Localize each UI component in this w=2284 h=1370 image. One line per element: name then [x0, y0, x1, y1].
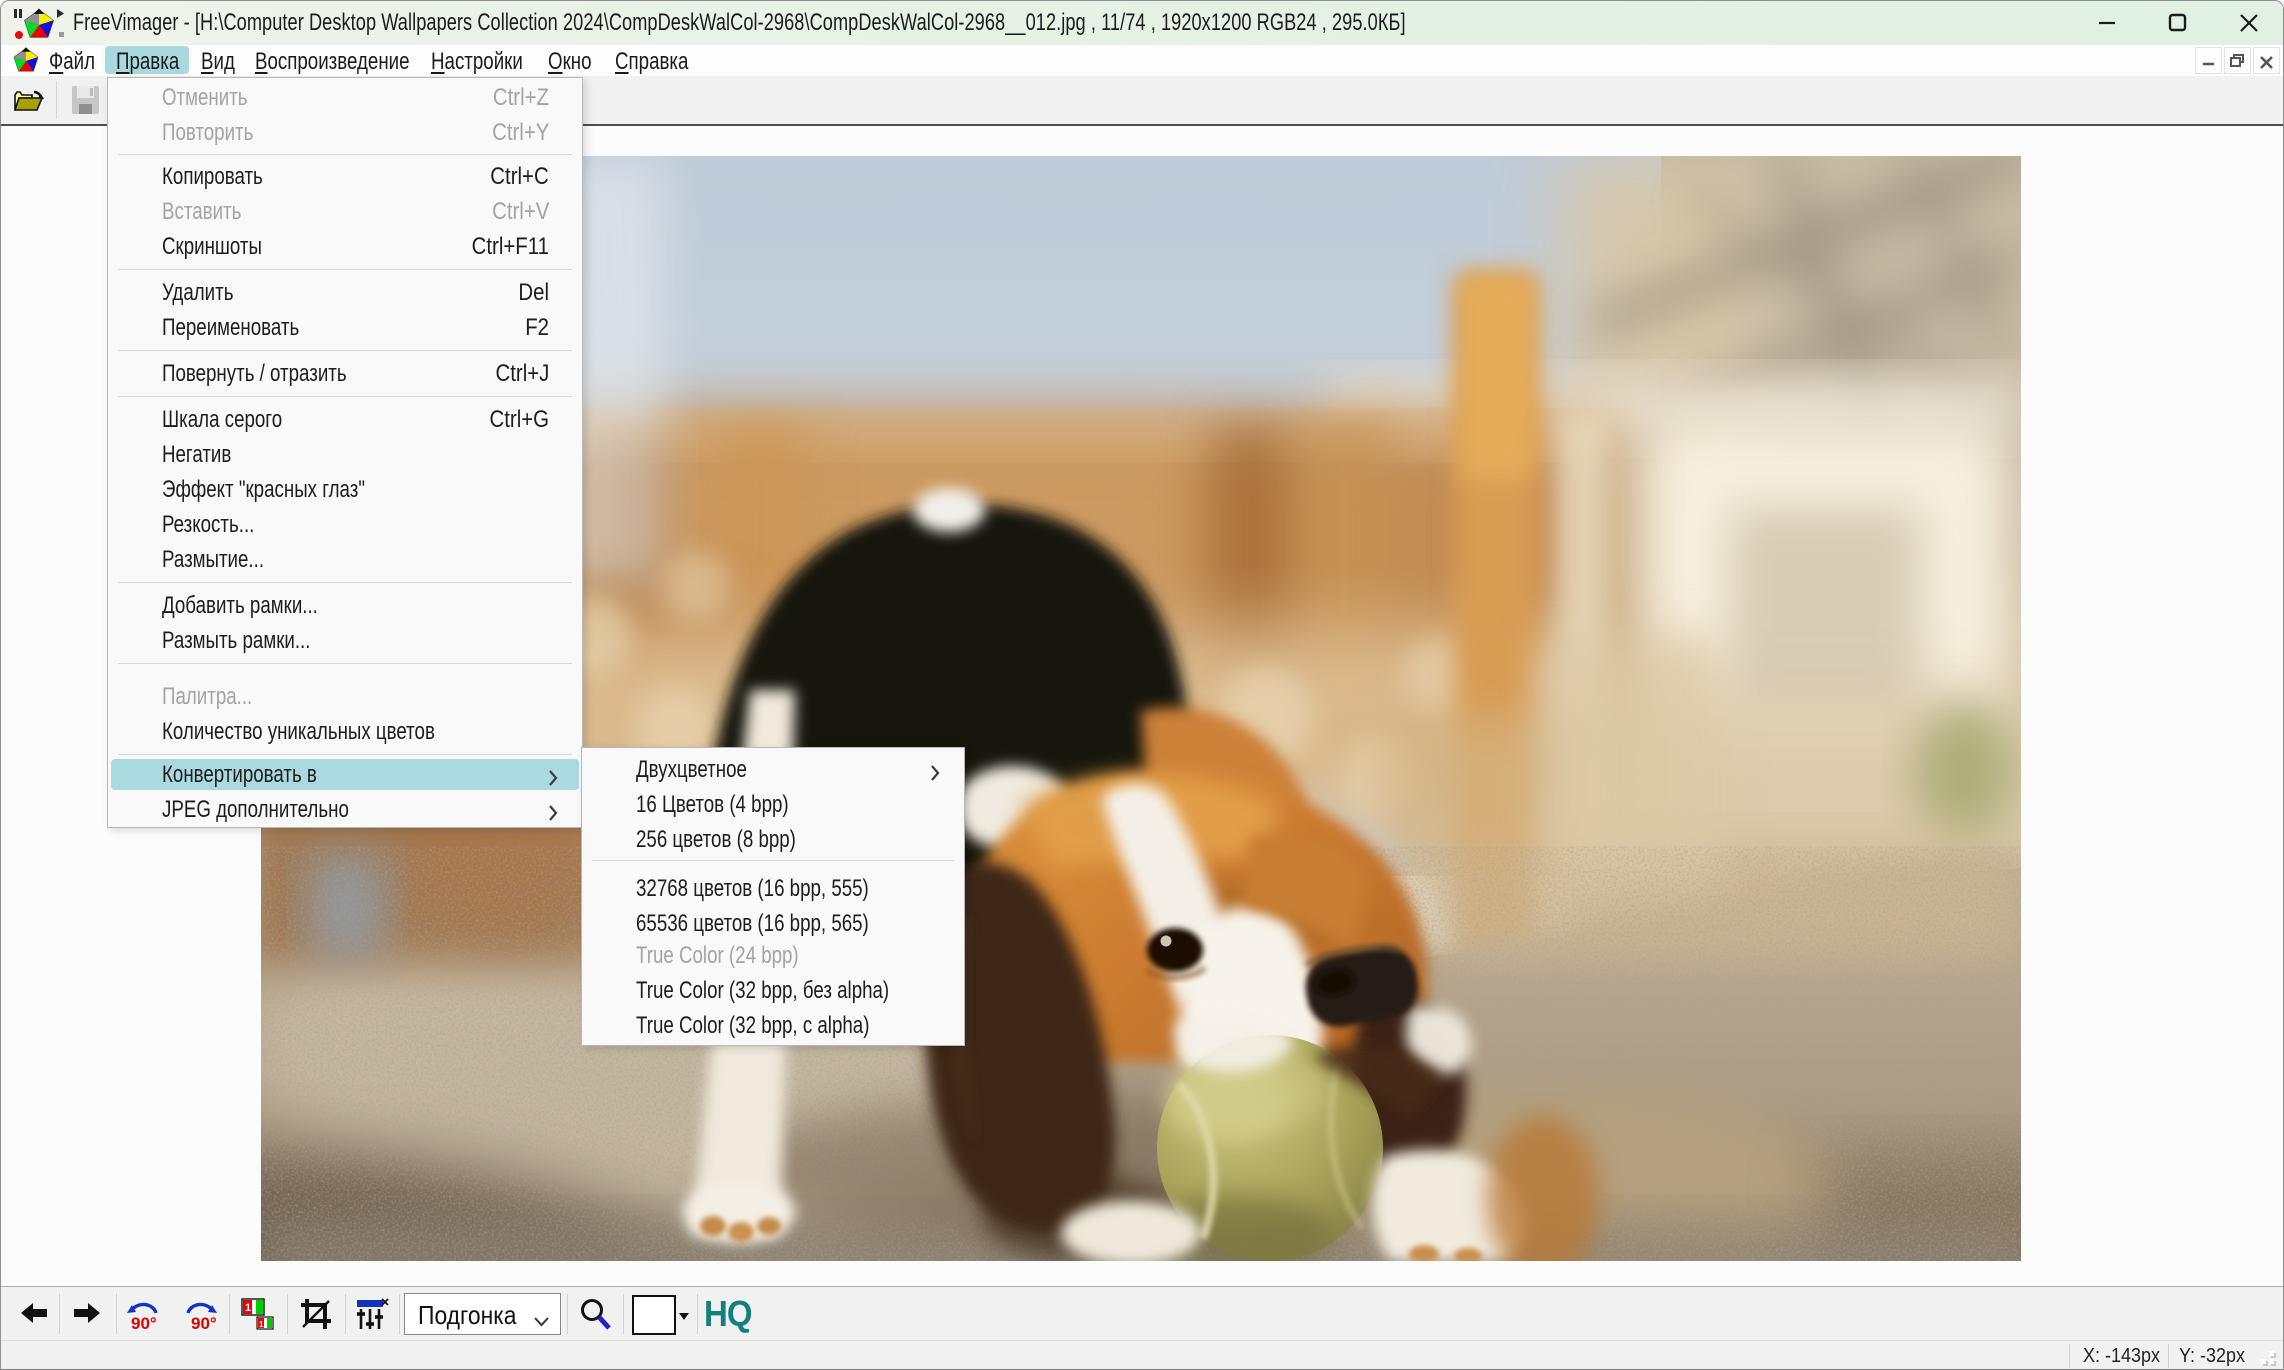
svg-text:90°: 90° [191, 1314, 217, 1333]
svg-text:1: 1 [259, 1320, 264, 1329]
svg-text:90°: 90° [131, 1314, 157, 1333]
svg-text:1: 1 [245, 1302, 251, 1314]
